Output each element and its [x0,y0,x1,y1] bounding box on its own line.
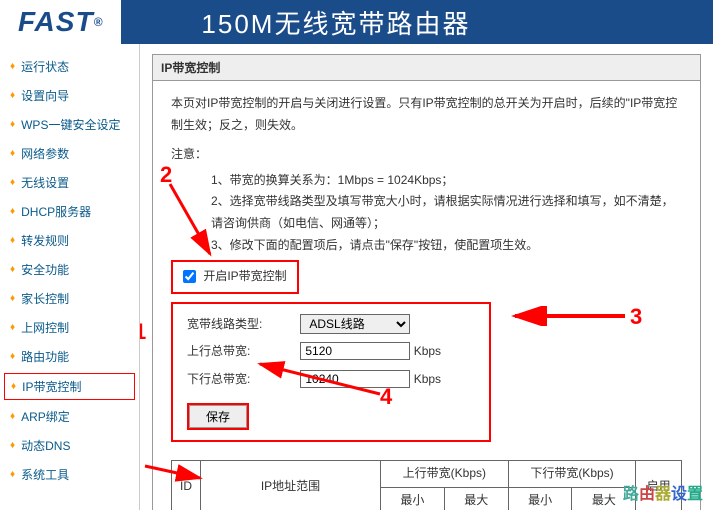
sidebar-item-label: 安全功能 [21,261,69,278]
sidebar-item-label: 系统工具 [21,466,69,483]
upstream-input[interactable] [300,342,410,360]
notes-label: 注意： [171,144,682,166]
sidebar-item-label: DHCP服务器 [21,203,91,220]
line-type-label: 宽带线路类型: [187,314,297,336]
bandwidth-table: ID IP地址范围 上行带宽(Kbps) 下行带宽(Kbps) 启用 最小 最大… [171,460,682,510]
sidebar-item-1[interactable]: ♦ 设置向导 [0,81,139,110]
sidebar-item-label: ARP绑定 [21,408,70,425]
line-type-select[interactable]: ADSL线路 [300,314,410,334]
note-2: 3、修改下面的配置项后，请点击"保存"按钮，使配置项生效。 [211,235,682,257]
panel-title: IP带宽控制 [153,55,700,81]
sidebar-item-label: 无线设置 [21,174,69,191]
sidebar-item-label: 路由功能 [21,348,69,365]
sidebar-item-label: IP带宽控制 [22,378,81,395]
config-box: 宽带线路类型: ADSL线路 上行总带宽: Kbps 下行总带宽: Kbps [171,302,491,442]
bullet-icon: ♦ [10,322,15,333]
enable-box: 开启IP带宽控制 [171,260,299,294]
th-up-min: 最小 [381,487,445,510]
bullet-icon: ♦ [10,264,15,275]
intro-text: 本页对IP带宽控制的开启与关闭进行设置。只有IP带宽控制的总开关为开启时，后续的… [171,93,682,136]
th-id: ID [172,461,201,510]
sidebar-item-13[interactable]: ♦ 动态DNS [0,431,139,460]
bullet-icon: ♦ [10,90,15,101]
sidebar-item-5[interactable]: ♦ DHCP服务器 [0,197,139,226]
bullet-icon: ♦ [11,381,16,392]
sidebar-item-11[interactable]: ♦ IP带宽控制 [4,373,135,400]
logo: FAST® [0,0,121,44]
bullet-icon: ♦ [10,148,15,159]
content: IP带宽控制 本页对IP带宽控制的开启与关闭进行设置。只有IP带宽控制的总开关为… [140,44,713,510]
bullet-icon: ♦ [10,411,15,422]
sidebar-item-label: 上网控制 [21,319,69,336]
downstream-label: 下行总带宽: [187,369,297,391]
downstream-unit: Kbps [414,372,441,386]
sidebar-item-14[interactable]: ♦ 系统工具 [0,460,139,489]
enable-checkbox[interactable] [183,270,196,283]
watermark: 路由器设置 [623,480,703,504]
th-down: 下行带宽(Kbps) [508,461,636,488]
sidebar-item-6[interactable]: ♦ 转发规则 [0,226,139,255]
sidebar-item-label: 转发规则 [21,232,69,249]
sidebar-item-8[interactable]: ♦ 家长控制 [0,284,139,313]
bullet-icon: ♦ [10,440,15,451]
upstream-unit: Kbps [414,344,441,358]
sidebar-item-label: 网络参数 [21,145,69,162]
enable-label: 开启IP带宽控制 [203,269,286,283]
sidebar-item-2[interactable]: ♦ WPS一键安全设定 [0,110,139,139]
sidebar-item-label: WPS一键安全设定 [21,116,120,133]
notes: 注意： 1、带宽的换算关系为：1Mbps = 1024Kbps；2、选择宽带线路… [171,144,682,256]
sidebar-item-9[interactable]: ♦ 上网控制 [0,313,139,342]
bullet-icon: ♦ [10,469,15,480]
sidebar-item-7[interactable]: ♦ 安全功能 [0,255,139,284]
sidebar-item-4[interactable]: ♦ 无线设置 [0,168,139,197]
save-button[interactable]: 保存 [189,405,247,428]
sidebar-item-label: 设置向导 [21,87,69,104]
th-ip: IP地址范围 [201,461,381,510]
sidebar-item-10[interactable]: ♦ 路由功能 [0,342,139,371]
sidebar-item-0[interactable]: ♦ 运行状态 [0,52,139,81]
bullet-icon: ♦ [10,119,15,130]
bullet-icon: ♦ [10,351,15,362]
th-up-max: 最大 [444,487,508,510]
sidebar-item-label: 家长控制 [21,290,69,307]
sidebar: ♦ 运行状态 ♦ 设置向导 ♦ WPS一键安全设定 ♦ 网络参数 ♦ 无线设置 ♦ DHCP服务器 ♦ 转… [0,44,140,510]
th-down-min: 最小 [508,487,572,510]
bullet-icon: ♦ [10,177,15,188]
header-title: 150M无线宽带路由器 [201,4,470,41]
note-0: 1、带宽的换算关系为：1Mbps = 1024Kbps； [211,170,682,192]
bullet-icon: ♦ [10,293,15,304]
bullet-icon: ♦ [10,61,15,72]
th-up: 上行带宽(Kbps) [381,461,509,488]
bullet-icon: ♦ [10,206,15,217]
downstream-input[interactable] [300,370,410,388]
sidebar-item-label: 动态DNS [21,437,70,454]
header: FAST® 150M无线宽带路由器 [0,0,713,44]
save-wrapper: 保存 [187,403,249,431]
sidebar-item-3[interactable]: ♦ 网络参数 [0,139,139,168]
sidebar-item-label: 运行状态 [21,58,69,75]
annotation-1: 1 [140,319,146,345]
upstream-label: 上行总带宽: [187,341,297,363]
panel: IP带宽控制 本页对IP带宽控制的开启与关闭进行设置。只有IP带宽控制的总开关为… [152,54,701,510]
bullet-icon: ♦ [10,235,15,246]
sidebar-item-12[interactable]: ♦ ARP绑定 [0,402,139,431]
note-1: 2、选择宽带线路类型及填写带宽大小时，请根据实际情况进行选择和填写，如不清楚，请… [211,191,682,234]
